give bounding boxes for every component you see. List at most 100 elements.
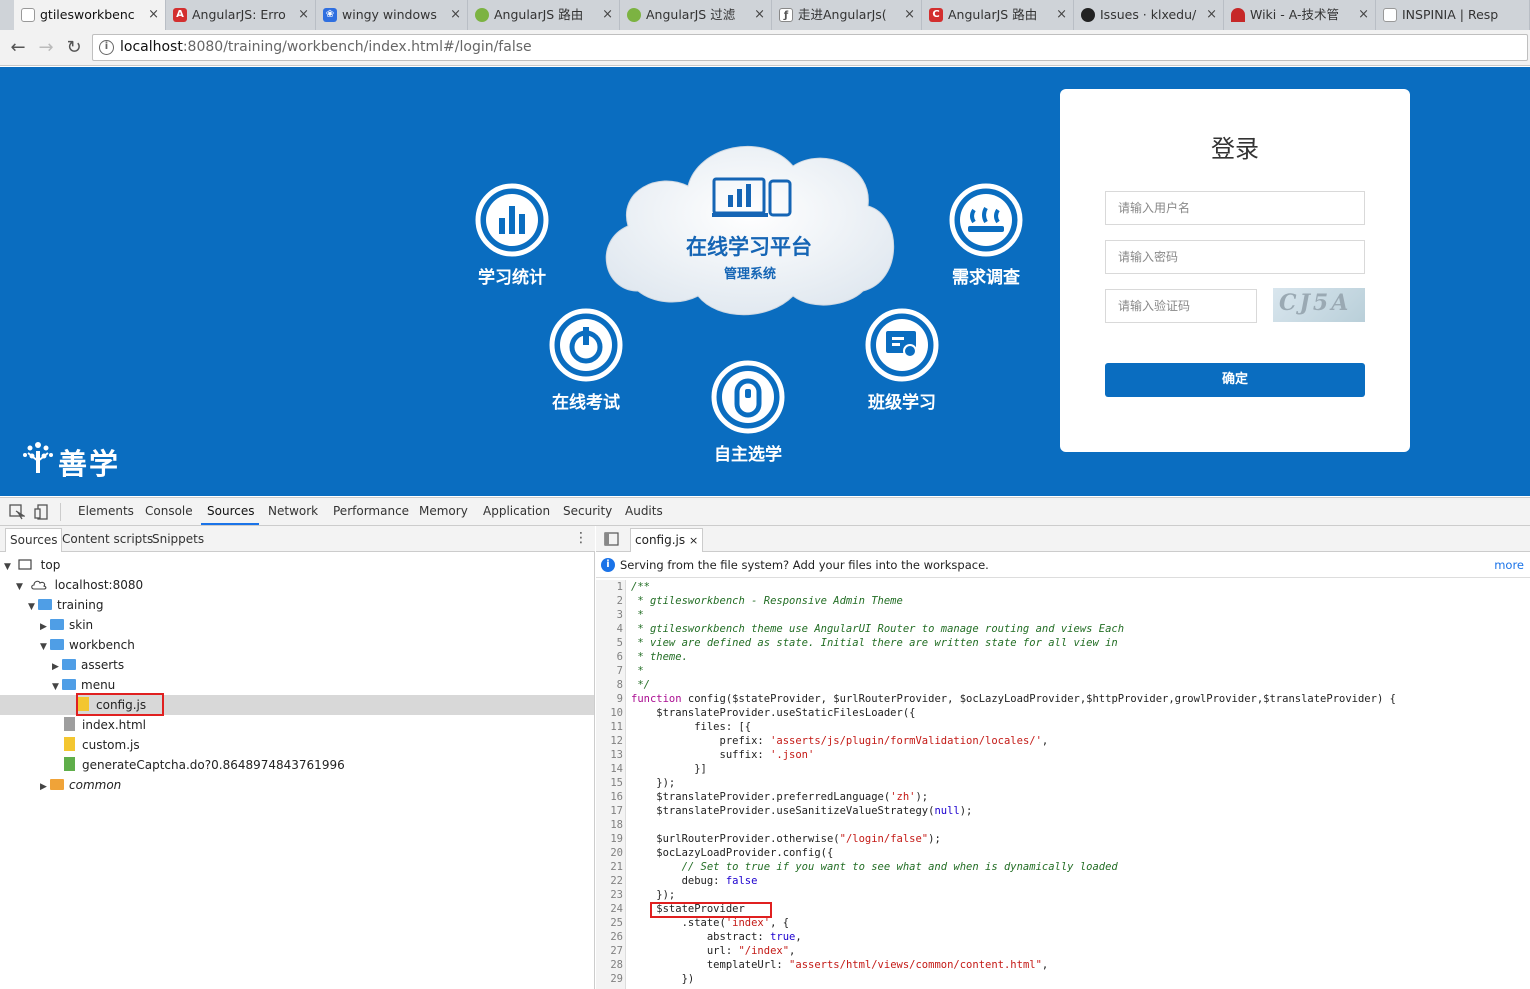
editor-tab-config-js[interactable]: config.js × — [630, 528, 704, 552]
close-icon[interactable]: × — [754, 0, 765, 30]
line-number[interactable]: 8 — [596, 678, 623, 692]
close-icon[interactable]: × — [450, 0, 461, 30]
line-number[interactable]: 9 — [596, 692, 623, 706]
close-icon[interactable]: × — [148, 0, 159, 30]
infobar-more-link[interactable]: more — [1494, 553, 1524, 578]
tree-item-custom-js[interactable]: custom.js — [64, 735, 140, 755]
captcha-input[interactable]: 请输入验证码 — [1105, 289, 1257, 323]
address-bar[interactable]: i localhost:8080/training/workbench/inde… — [92, 34, 1528, 61]
line-number[interactable]: 25 — [596, 916, 623, 930]
browser-tab[interactable]: INSPINIA | Resp — [1376, 0, 1530, 30]
close-icon[interactable]: × — [904, 0, 915, 30]
browser-tab[interactable]: Wiki - A-技术管 × — [1224, 0, 1376, 30]
tree-item-workbench[interactable]: ▼ workbench — [40, 635, 135, 655]
tree-item-menu[interactable]: ▼ menu — [52, 675, 115, 695]
line-number[interactable]: 12 — [596, 734, 623, 748]
devtools-tab-audits[interactable]: Audits — [625, 498, 663, 525]
nav-tab-content-scripts[interactable]: Content scripts — [62, 526, 153, 552]
tree-item-training[interactable]: ▼ training — [28, 595, 104, 615]
username-input[interactable]: 请输入用户名 — [1105, 191, 1365, 225]
line-number[interactable]: 16 — [596, 790, 623, 804]
line-number[interactable]: 5 — [596, 636, 623, 650]
devtools-tab-elements[interactable]: Elements — [78, 498, 134, 525]
expand-triangle-icon[interactable]: ▼ — [4, 557, 14, 577]
survey-icon[interactable] — [948, 182, 1024, 258]
browser-tab[interactable]: ƒ 走进AngularJs( × — [772, 0, 922, 30]
feature-class-label[interactable]: 班级学习 — [842, 388, 962, 413]
devtools-tab-application[interactable]: Application — [483, 498, 550, 525]
feature-stats-label[interactable]: 学习统计 — [452, 263, 572, 288]
devtools-tab-console[interactable]: Console — [145, 498, 193, 525]
line-number[interactable]: 17 — [596, 804, 623, 818]
browser-tab[interactable]: A AngularJS: Erro × — [166, 0, 316, 30]
browser-tab[interactable]: ❀ wingy windows × — [316, 0, 468, 30]
browser-tab[interactable]: C AngularJS 路由 × — [922, 0, 1074, 30]
captcha-image[interactable]: CJ5A — [1273, 288, 1365, 322]
tree-item-index-html[interactable]: index.html — [64, 715, 146, 735]
feature-exam-label[interactable]: 在线考试 — [526, 388, 646, 413]
tree-item-skin[interactable]: ▶ skin — [40, 615, 93, 635]
expand-triangle-icon[interactable]: ▼ — [40, 637, 50, 657]
code-view[interactable]: 1 /** 2 * gtilesworkbench - Responsive Adm… — [596, 580, 1530, 989]
line-number[interactable]: 2 — [596, 594, 623, 608]
line-number[interactable]: 4 — [596, 622, 623, 636]
collapse-triangle-icon[interactable]: ▶ — [40, 617, 50, 637]
devtools-tab-network[interactable]: Network — [268, 498, 318, 525]
line-number[interactable]: 11 — [596, 720, 623, 734]
close-icon[interactable]: × — [602, 0, 613, 30]
line-number[interactable]: 20 — [596, 846, 623, 860]
line-number[interactable]: 7 — [596, 664, 623, 678]
collapse-triangle-icon[interactable]: ▶ — [52, 657, 62, 677]
browser-tab[interactable]: gtilesworkbenc × — [14, 0, 166, 30]
tree-item-localhost[interactable]: ▼ localhost:8080 — [16, 575, 143, 595]
line-number[interactable]: 24 — [596, 902, 623, 916]
line-number[interactable]: 15 — [596, 776, 623, 790]
login-submit-button[interactable]: 确定 — [1105, 363, 1365, 397]
tree-item-top[interactable]: ▼ top — [4, 555, 60, 575]
line-number[interactable]: 19 — [596, 832, 623, 846]
password-input[interactable]: 请输入密码 — [1105, 240, 1365, 274]
reload-icon[interactable]: ↻ — [62, 36, 86, 60]
url-text[interactable]: localhost:8080/training/workbench/index.… — [120, 35, 532, 60]
class-board-icon[interactable] — [864, 307, 940, 383]
line-number[interactable]: 29 — [596, 972, 623, 986]
exam-power-icon[interactable] — [548, 307, 624, 383]
feature-survey-label[interactable]: 需求调查 — [926, 263, 1046, 288]
devtools-tab-sources[interactable]: Sources — [201, 498, 259, 525]
devtools-tab-security[interactable]: Security — [563, 498, 612, 525]
info-icon[interactable]: i — [99, 40, 114, 55]
mouse-icon[interactable] — [710, 359, 786, 435]
line-number[interactable]: 26 — [596, 930, 623, 944]
line-number[interactable]: 18 — [596, 818, 623, 832]
browser-tab[interactable]: Issues · klxedu/ × — [1074, 0, 1224, 30]
browser-tab[interactable]: AngularJS 过滤 × — [620, 0, 772, 30]
back-arrow-icon[interactable]: ← — [6, 36, 30, 60]
line-number[interactable]: 3 — [596, 608, 623, 622]
bar-chart-icon[interactable] — [474, 182, 550, 258]
line-number[interactable]: 27 — [596, 944, 623, 958]
line-number[interactable]: 23 — [596, 888, 623, 902]
close-icon[interactable]: × — [689, 534, 698, 547]
line-number[interactable]: 14 — [596, 762, 623, 776]
collapse-triangle-icon[interactable]: ▶ — [40, 777, 50, 797]
tree-item-asserts[interactable]: ▶ asserts — [52, 655, 124, 675]
line-number[interactable]: 28 — [596, 958, 623, 972]
close-icon[interactable]: × — [1056, 0, 1067, 30]
close-icon[interactable]: × — [1358, 0, 1369, 30]
close-icon[interactable]: × — [1206, 0, 1217, 30]
line-number[interactable]: 22 — [596, 874, 623, 888]
close-icon[interactable]: × — [298, 0, 309, 30]
tree-item-captcha[interactable]: generateCaptcha.do?0.8648974843761996 — [64, 755, 345, 775]
expand-triangle-icon[interactable]: ▼ — [52, 677, 62, 697]
feature-selfstudy-label[interactable]: 自主选学 — [688, 440, 808, 465]
line-number[interactable]: 1 — [596, 580, 623, 594]
line-number[interactable]: 13 — [596, 748, 623, 762]
line-number[interactable]: 21 — [596, 860, 623, 874]
expand-triangle-icon[interactable]: ▼ — [16, 577, 26, 597]
line-number[interactable]: 10 — [596, 706, 623, 720]
devtools-tab-performance[interactable]: Performance — [333, 498, 409, 525]
expand-triangle-icon[interactable]: ▼ — [28, 597, 38, 617]
nav-tab-sources[interactable]: Sources — [5, 528, 63, 552]
nav-tab-snippets[interactable]: Snippets — [152, 526, 204, 552]
line-number[interactable]: 6 — [596, 650, 623, 664]
